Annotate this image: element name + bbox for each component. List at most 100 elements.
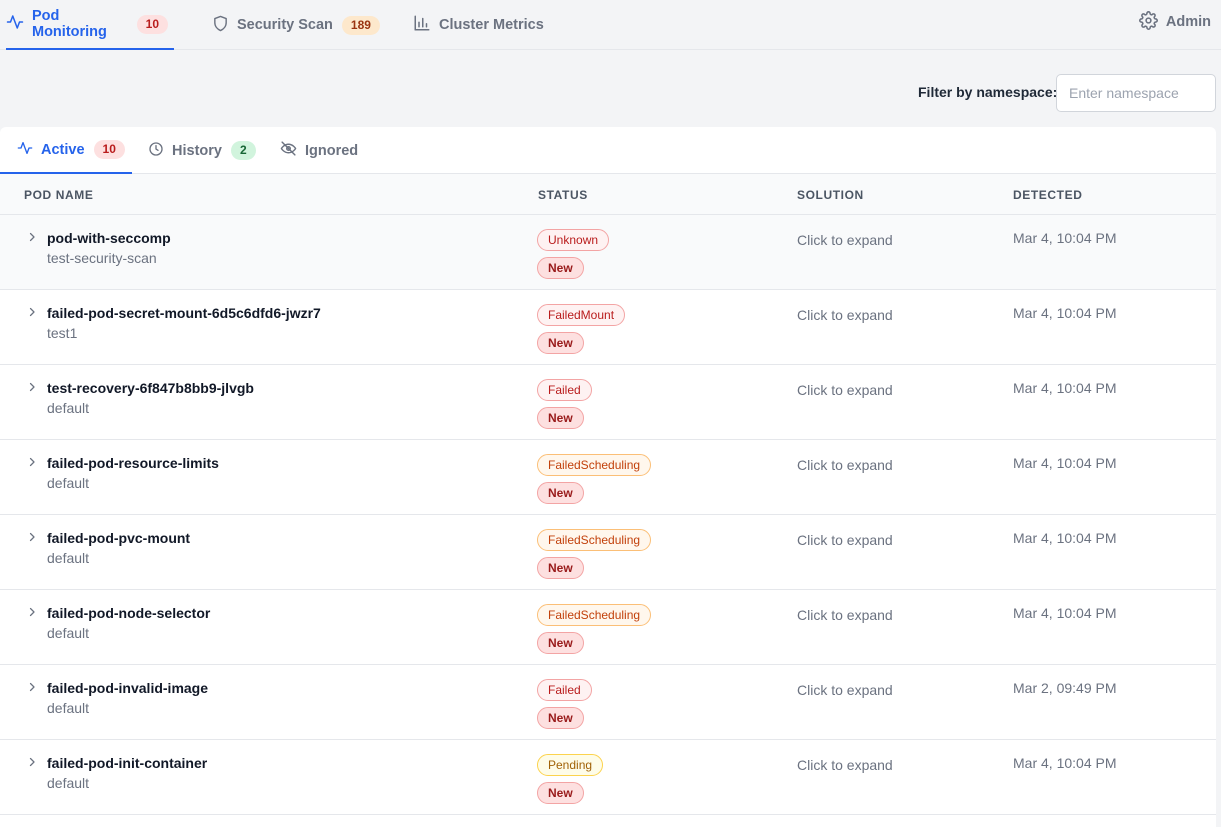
- status-badge: FailedScheduling: [537, 454, 652, 476]
- subtab-active[interactable]: Active 10: [0, 127, 132, 174]
- status-cell: FailedScheduling New: [537, 454, 652, 504]
- new-badge: New: [537, 707, 584, 729]
- header-detected: DETECTED: [1013, 188, 1083, 202]
- new-badge: New: [537, 332, 584, 354]
- detected-time: Mar 4, 10:04 PM: [1013, 530, 1117, 546]
- tab-label: Cluster Metrics: [439, 17, 544, 33]
- admin-label: Admin: [1165, 14, 1211, 30]
- table-row[interactable]: failed-pod-invalid-image default Failed …: [0, 665, 1216, 740]
- pod-name: failed-pod-node-selector: [47, 605, 211, 621]
- subtab-label: History: [172, 142, 222, 159]
- header-status: STATUS: [538, 188, 588, 202]
- pod-name: failed-pod-resource-limits: [47, 455, 219, 471]
- pod-namespace: default: [47, 625, 90, 641]
- subtab-history[interactable]: History 2: [148, 127, 256, 174]
- detected-time: Mar 4, 10:04 PM: [1013, 455, 1117, 471]
- chevron-right-icon[interactable]: [26, 380, 38, 398]
- pod-namespace: default: [47, 475, 90, 491]
- tab-label: Pod Monitoring: [32, 8, 107, 40]
- detected-time: Mar 4, 10:04 PM: [1013, 380, 1117, 396]
- chevron-right-icon[interactable]: [26, 230, 38, 248]
- top-nav: Pod Monitoring 10 Security Scan 189 Clus…: [0, 0, 1221, 50]
- pod-name: failed-pod-secret-mount-6d5c6dfd6-jwzr7: [47, 305, 321, 321]
- status-cell: Unknown New: [537, 229, 610, 279]
- status-cell: FailedScheduling New: [537, 604, 652, 654]
- status-cell: Failed New: [537, 679, 592, 729]
- pod-name: failed-pod-invalid-image: [47, 680, 209, 696]
- status-badge: Unknown: [537, 229, 610, 251]
- solution-expand[interactable]: Click to expand: [797, 682, 893, 698]
- table-row[interactable]: failed-pod-resource-limits default Faile…: [0, 440, 1216, 515]
- header-pod-name: POD NAME: [24, 188, 94, 202]
- pod-namespace: default: [47, 775, 90, 791]
- activity-icon: [17, 140, 41, 160]
- shield-icon: [212, 15, 237, 36]
- table-header: POD NAME STATUS SOLUTION DETECTED: [0, 174, 1216, 215]
- pod-namespace: default: [47, 550, 90, 566]
- bar-chart-icon: [413, 14, 439, 36]
- new-badge: New: [537, 257, 584, 279]
- subtab-label: Ignored: [305, 142, 359, 159]
- new-badge: New: [537, 482, 584, 504]
- solution-expand[interactable]: Click to expand: [797, 607, 893, 623]
- gear-icon: [1138, 10, 1166, 34]
- solution-expand[interactable]: Click to expand: [797, 457, 893, 473]
- status-badge: FailedScheduling: [537, 604, 652, 626]
- status-cell: FailedScheduling New: [537, 529, 652, 579]
- eye-off-icon: [280, 140, 305, 161]
- chevron-right-icon[interactable]: [26, 605, 38, 623]
- solution-expand[interactable]: Click to expand: [797, 232, 893, 248]
- table-row[interactable]: failed-pod-node-selector default FailedS…: [0, 590, 1216, 665]
- pod-namespace: test-security-scan: [47, 250, 157, 266]
- count-badge: 10: [93, 140, 125, 159]
- tab-pod-monitoring[interactable]: Pod Monitoring 10: [6, 0, 174, 50]
- table-row[interactable]: failed-pod-pvc-mount default FailedSched…: [0, 515, 1216, 590]
- subtab-label: Active: [41, 141, 85, 158]
- status-badge: Failed: [537, 679, 592, 701]
- detected-time: Mar 4, 10:04 PM: [1013, 230, 1117, 246]
- detected-time: Mar 4, 10:04 PM: [1013, 605, 1117, 621]
- chevron-right-icon[interactable]: [26, 305, 38, 323]
- pod-name: test-recovery-6f847b8bb9-jlvgb: [47, 380, 254, 396]
- detected-time: Mar 2, 09:49 PM: [1013, 680, 1117, 696]
- count-badge: 10: [136, 14, 168, 34]
- new-badge: New: [537, 557, 584, 579]
- new-badge: New: [537, 407, 584, 429]
- table-row[interactable]: test-recovery-6f847b8bb9-jlvgb default F…: [0, 365, 1216, 440]
- solution-expand[interactable]: Click to expand: [797, 307, 893, 323]
- count-badge: 2: [230, 141, 256, 160]
- tab-cluster-metrics[interactable]: Cluster Metrics: [413, 0, 544, 50]
- status-badge: Failed: [537, 379, 592, 401]
- subtabs: Active 10 History 2 Ignored: [0, 127, 1216, 174]
- pods-panel: Active 10 History 2 Ignored POD NAME STA…: [0, 127, 1216, 827]
- solution-expand[interactable]: Click to expand: [797, 382, 893, 398]
- table-row[interactable]: failed-pod-secret-mount-6d5c6dfd6-jwzr7 …: [0, 290, 1216, 365]
- status-badge: FailedMount: [537, 304, 626, 326]
- tab-security-scan[interactable]: Security Scan 189: [212, 0, 380, 50]
- status-cell: Failed New: [537, 379, 592, 429]
- solution-expand[interactable]: Click to expand: [797, 532, 893, 548]
- pod-name: failed-pod-init-container: [47, 755, 208, 771]
- count-badge: 189: [341, 15, 380, 35]
- pod-name: pod-with-seccomp: [47, 230, 171, 246]
- admin-button[interactable]: Admin: [1138, 0, 1211, 44]
- solution-expand[interactable]: Click to expand: [797, 757, 893, 773]
- chevron-right-icon[interactable]: [26, 455, 38, 473]
- namespace-filter-input[interactable]: [1056, 74, 1216, 112]
- table-row[interactable]: pod-with-seccomp test-security-scan Unkn…: [0, 215, 1216, 290]
- clock-icon: [148, 141, 172, 161]
- table-row[interactable]: failed-pod-init-container default Pendin…: [0, 740, 1216, 815]
- detected-time: Mar 4, 10:04 PM: [1013, 305, 1117, 321]
- status-cell: Pending New: [537, 754, 604, 804]
- pod-name: failed-pod-pvc-mount: [47, 530, 191, 546]
- chevron-right-icon[interactable]: [26, 530, 38, 548]
- chevron-right-icon[interactable]: [26, 680, 38, 698]
- subtab-ignored[interactable]: Ignored: [280, 127, 358, 174]
- detected-time: Mar 4, 10:04 PM: [1013, 755, 1117, 771]
- tab-label: Security Scan: [237, 17, 333, 33]
- status-badge: Pending: [537, 754, 604, 776]
- chevron-right-icon[interactable]: [26, 755, 38, 773]
- status-badge: FailedScheduling: [537, 529, 652, 551]
- status-cell: FailedMount New: [537, 304, 626, 354]
- new-badge: New: [537, 632, 584, 654]
